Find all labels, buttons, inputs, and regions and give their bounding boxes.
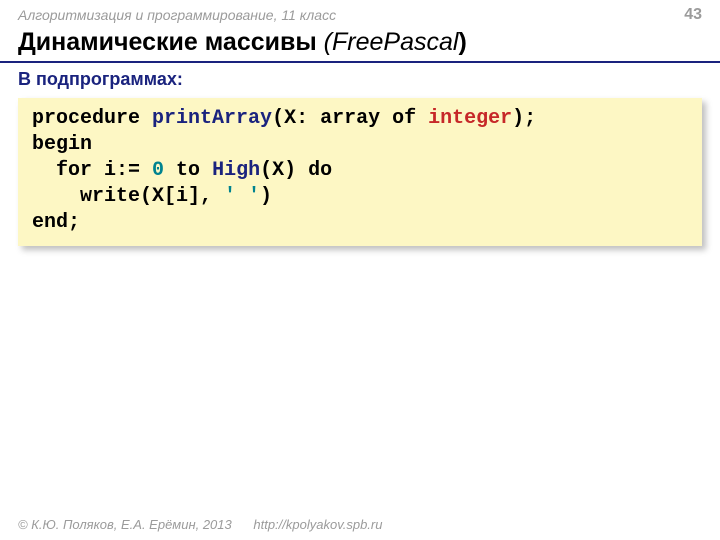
slide-footer: © К.Ю. Поляков, Е.А. Ерёмин, 2013 http:/…	[0, 511, 720, 540]
code-text: )	[260, 185, 272, 208]
title-paren-open: (	[317, 28, 332, 56]
code-text: (X: array of	[272, 107, 428, 130]
title-main: Динамические массивы	[18, 28, 317, 56]
code-text: begin	[32, 133, 92, 156]
footer-url: http://kpolyakov.spb.ru	[253, 517, 382, 532]
code-number: 0	[152, 159, 164, 182]
code-type: integer	[428, 107, 512, 130]
code-text: write(X[i],	[32, 185, 224, 208]
code-text: (X) do	[260, 159, 332, 182]
code-string: ' '	[224, 185, 260, 208]
code-function: High	[212, 159, 260, 182]
section-subtitle: В подпрограммах:	[0, 63, 720, 98]
code-text: procedure	[32, 107, 152, 130]
title-language: FreePascal	[332, 28, 458, 56]
slide-title: Динамические массивы (FreePascal)	[18, 28, 702, 57]
page-number: 43	[684, 6, 702, 24]
copyright-text: © К.Ю. Поляков, Е.А. Ерёмин, 2013	[18, 517, 232, 532]
slide-header: Алгоритмизация и программирование, 11 кл…	[0, 0, 720, 26]
code-block: procedure printArray(X: array of integer…	[18, 98, 702, 246]
code-text: for i:=	[32, 159, 152, 182]
code-text: to	[164, 159, 212, 182]
code-text: end;	[32, 211, 80, 234]
title-wrap: Динамические массивы (FreePascal)	[0, 26, 720, 63]
code-identifier: printArray	[152, 107, 272, 130]
course-label: Алгоритмизация и программирование, 11 кл…	[18, 7, 336, 23]
title-paren-close: )	[458, 28, 466, 56]
code-text: );	[512, 107, 536, 130]
